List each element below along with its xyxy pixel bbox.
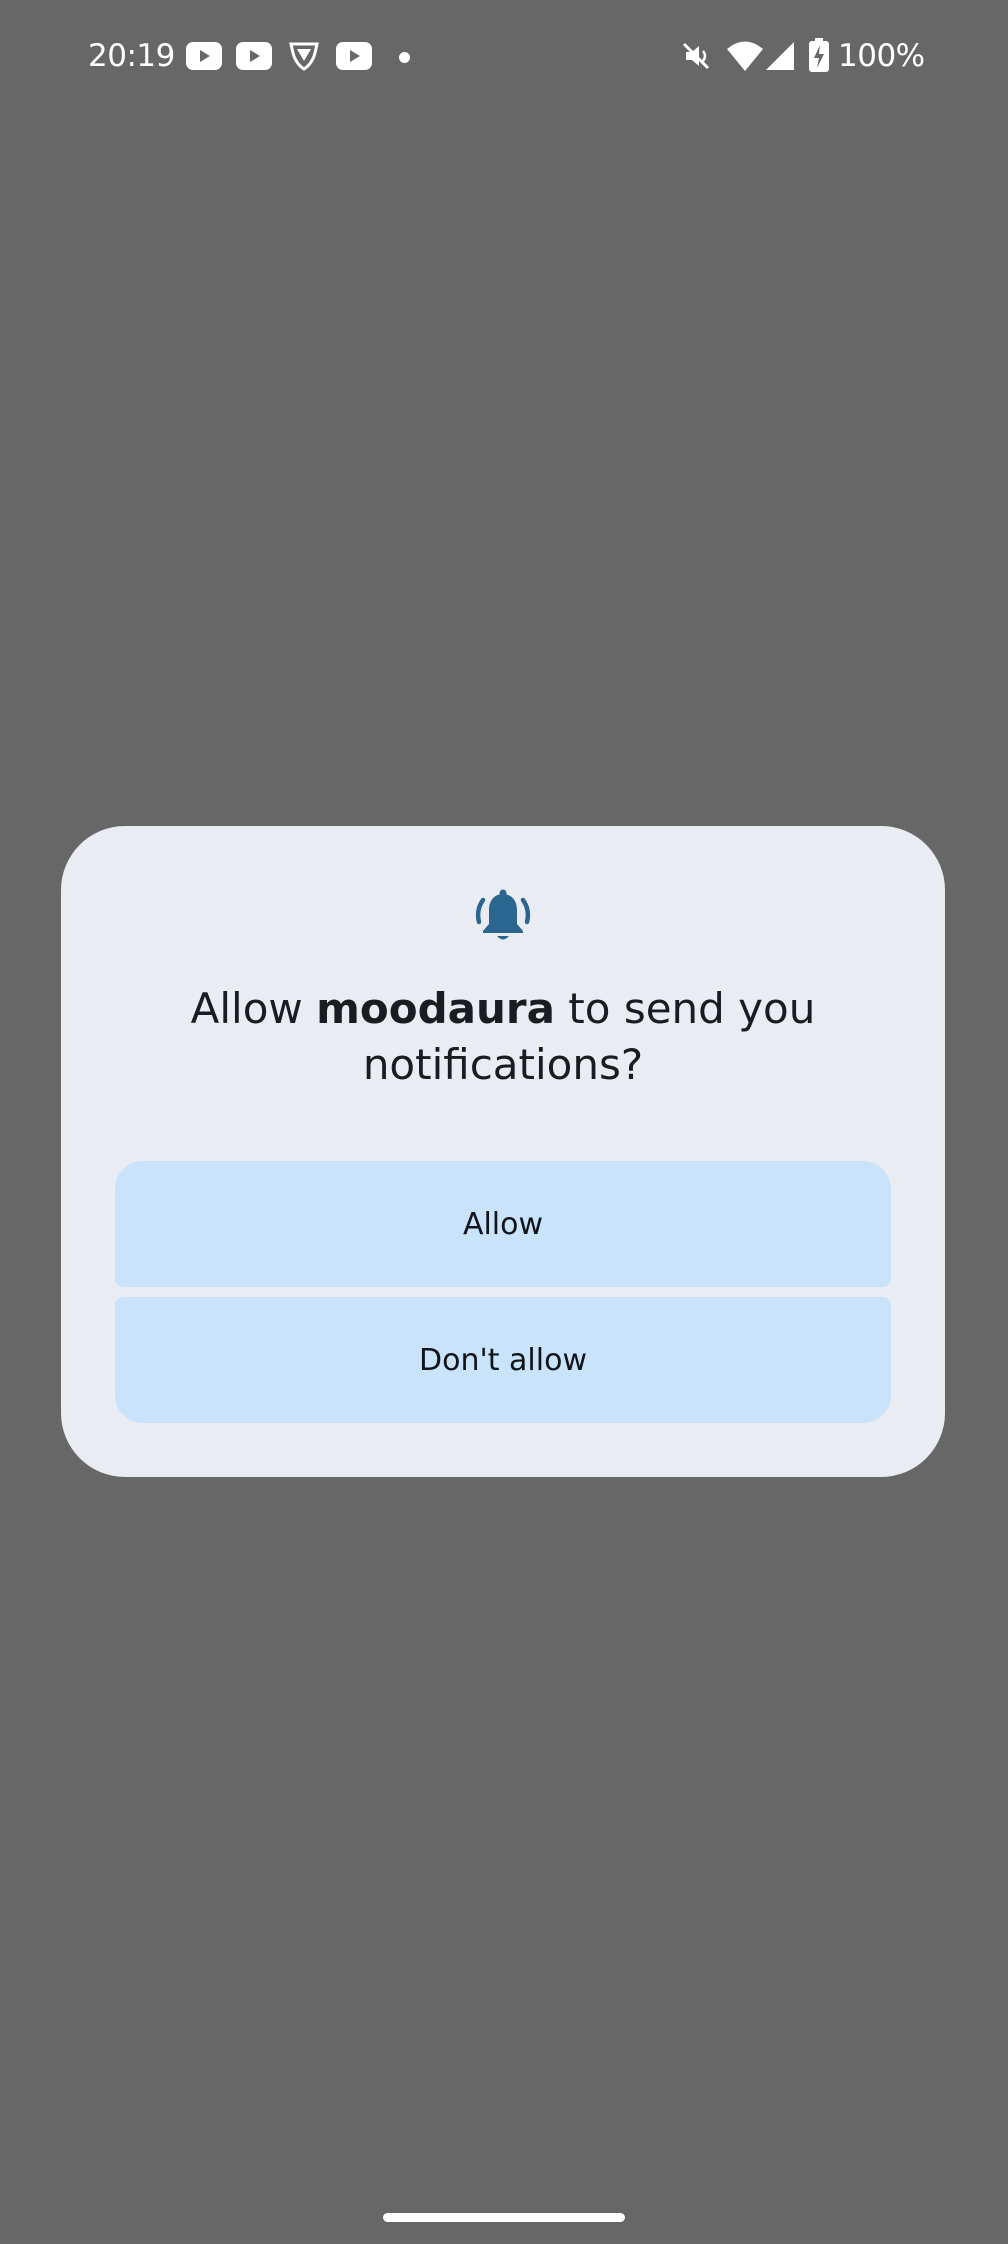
notification-permission-dialog: Allow moodaura to send you notifications…	[61, 826, 945, 1477]
app-name: moodaura	[316, 984, 555, 1033]
youtube-icon	[236, 42, 272, 70]
wifi-icon	[727, 41, 763, 71]
bell-ringing-icon	[475, 889, 531, 940]
allow-button[interactable]: Allow	[115, 1161, 891, 1287]
dont-allow-button-label: Don't allow	[419, 1342, 587, 1378]
youtube-icon	[336, 42, 372, 70]
status-bar: 20:19 100%	[0, 0, 1008, 116]
status-time: 20:19	[88, 38, 175, 74]
shield-app-icon	[289, 42, 319, 71]
allow-button-label: Allow	[462, 1206, 544, 1242]
cell-signal-icon	[766, 42, 794, 70]
battery-charging-icon	[809, 38, 829, 72]
gesture-nav-handle[interactable]	[383, 2213, 625, 2222]
youtube-icon	[186, 42, 222, 70]
dont-allow-button[interactable]: Don't allow	[115, 1297, 891, 1423]
dialog-title-prefix: Allow	[190, 984, 317, 1033]
battery-percentage: 100%	[838, 38, 925, 74]
more-notifications-dot-icon	[399, 52, 410, 63]
mute-icon	[682, 42, 710, 70]
dialog-title: Allow moodaura to send you notifications…	[121, 981, 885, 1093]
